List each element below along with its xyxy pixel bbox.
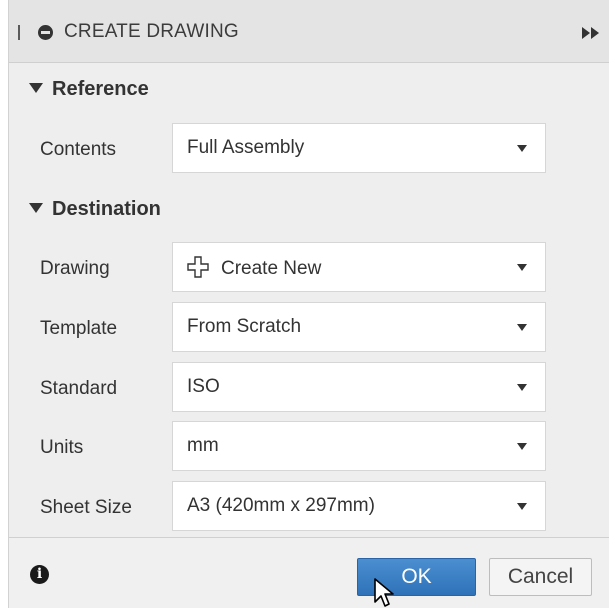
- template-value: From Scratch: [187, 316, 302, 337]
- info-icon[interactable]: i: [30, 565, 49, 584]
- reference-header-label: Reference: [52, 78, 149, 100]
- contents-value: Full Assembly: [187, 137, 305, 158]
- units-value: mm: [187, 435, 219, 456]
- contents-label: Contents: [40, 139, 117, 160]
- mouse-pointer-icon: [374, 578, 394, 607]
- standard-dropdown[interactable]: ISO: [172, 362, 546, 412]
- drawing-value-group: Create New: [187, 256, 321, 280]
- drawing-value: Create New: [221, 258, 322, 279]
- reference-section-header[interactable]: Reference: [29, 78, 149, 101]
- sheet-size-dropdown[interactable]: A3 (420mm x 297mm): [172, 481, 546, 531]
- contents-dropdown[interactable]: Full Assembly: [172, 123, 546, 173]
- template-dropdown[interactable]: From Scratch: [172, 302, 546, 352]
- drawing-label: Drawing: [40, 258, 110, 279]
- units-label: Units: [40, 437, 84, 458]
- destination-section-header[interactable]: Destination: [29, 198, 161, 221]
- chevron-down-icon: [517, 443, 527, 450]
- cancel-button[interactable]: Cancel: [489, 558, 592, 596]
- minus-circle-icon[interactable]: [38, 25, 53, 40]
- dialog-title: CREATE DRAWING: [64, 21, 239, 42]
- dialog-footer: i OK Cancel: [9, 537, 609, 608]
- units-dropdown[interactable]: mm: [172, 421, 546, 471]
- chevron-down-icon: [517, 503, 527, 510]
- chevron-down-icon: [517, 264, 527, 271]
- destination-header-label: Destination: [52, 198, 161, 220]
- drag-grip-icon[interactable]: [18, 25, 20, 40]
- drawing-dropdown[interactable]: Create New: [172, 242, 546, 292]
- sheet-size-label: Sheet Size: [40, 497, 132, 518]
- create-drawing-dialog: CREATE DRAWING Reference Contents Full A…: [8, 0, 609, 608]
- sheet-size-value: A3 (420mm x 297mm): [187, 495, 375, 516]
- collapse-triangle-icon[interactable]: [29, 83, 43, 93]
- chevron-down-icon: [517, 384, 527, 391]
- double-chevron-right-icon[interactable]: [581, 27, 601, 39]
- chevron-down-icon: [517, 324, 527, 331]
- standard-label: Standard: [40, 378, 118, 399]
- plus-outline-icon: [187, 256, 209, 278]
- standard-value: ISO: [187, 376, 220, 397]
- template-label: Template: [40, 318, 118, 339]
- chevron-down-icon: [517, 145, 527, 152]
- dialog-titlebar[interactable]: CREATE DRAWING: [9, 0, 609, 63]
- collapse-triangle-icon[interactable]: [29, 203, 43, 213]
